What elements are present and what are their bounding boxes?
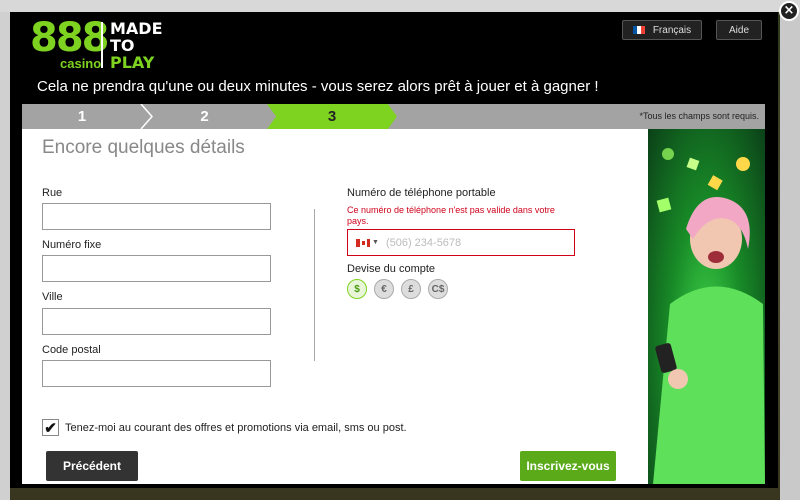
promo-illustration: [653, 148, 765, 484]
help-button[interactable]: Aide: [716, 20, 762, 40]
help-label: Aide: [728, 24, 749, 36]
slogan: MADE TO PLAY: [110, 20, 163, 71]
landline-input[interactable]: [42, 255, 271, 282]
street-label: Rue: [42, 187, 63, 199]
background-left-strip: [0, 12, 10, 500]
tagline: Cela ne prendra qu'une ou deux minutes -…: [37, 78, 599, 95]
mobile-phone-placeholder: (506) 234-5678: [385, 236, 462, 249]
mobile-phone-label: Numéro de téléphone portable: [347, 187, 496, 199]
step-2: 2: [200, 108, 209, 125]
form-area: Encore quelques détails Rue Numéro fixe …: [22, 129, 648, 484]
mobile-phone-input[interactable]: ▼ (506) 234-5678: [347, 229, 575, 256]
required-fields-note: *Tous les champs sont requis.: [639, 111, 759, 121]
landline-label: Numéro fixe: [42, 239, 102, 251]
canada-flag-icon[interactable]: [356, 238, 370, 247]
slogan-line-3: PLAY: [110, 53, 155, 72]
step-3-active: 3: [267, 104, 397, 129]
background-top-strip: [0, 0, 800, 12]
logo-888: 888: [30, 15, 109, 61]
currency-options: $ € £ C$: [347, 279, 448, 299]
street-input[interactable]: [42, 203, 271, 230]
progress-steps: 1 2 3 *Tous les champs sont requis.: [22, 104, 765, 129]
city-input[interactable]: [42, 308, 271, 335]
logo-divider: [101, 22, 103, 68]
language-label: Français: [652, 24, 692, 36]
registration-modal: 888 casino MADE TO PLAY Français Aide Ce…: [10, 12, 778, 488]
currency-usd-option[interactable]: $: [347, 279, 367, 299]
currency-cad-option[interactable]: C$: [428, 279, 448, 299]
currency-label: Devise du compte: [347, 263, 436, 275]
postal-code-label: Code postal: [42, 344, 101, 356]
newsletter-label: Tenez-moi au courant des offres et promo…: [65, 422, 407, 434]
slogan-line-2: TO: [110, 36, 135, 55]
currency-eur-option[interactable]: €: [374, 279, 394, 299]
currency-gbp-option[interactable]: £: [401, 279, 421, 299]
signup-button[interactable]: Inscrivez-vous: [520, 451, 616, 481]
mobile-phone-error: Ce numéro de téléphone n'est pas valide …: [347, 205, 555, 226]
checkmark-icon: ✔: [44, 419, 57, 437]
background-right-strip: [780, 12, 800, 500]
column-divider: [314, 209, 315, 361]
slogan-line-1: MADE: [110, 19, 163, 38]
france-flag-icon: [632, 26, 645, 34]
step-1: 1: [77, 108, 87, 125]
country-dropdown-icon[interactable]: ▼: [372, 239, 379, 246]
close-button[interactable]: ×: [779, 1, 799, 21]
promo-image: [648, 129, 765, 484]
city-label: Ville: [42, 291, 63, 303]
logo-casino-text: casino: [60, 56, 102, 71]
postal-code-input[interactable]: [42, 360, 271, 387]
scrollbar[interactable]: [767, 129, 778, 484]
modal-bottom-edge: [10, 484, 778, 488]
language-button[interactable]: Français: [622, 20, 702, 40]
newsletter-checkbox[interactable]: ✔: [42, 419, 59, 437]
previous-button[interactable]: Précédent: [46, 451, 138, 481]
modal-header: 888 casino MADE TO PLAY Français Aide Ce…: [10, 12, 778, 104]
form-title: Encore quelques détails: [42, 137, 245, 158]
